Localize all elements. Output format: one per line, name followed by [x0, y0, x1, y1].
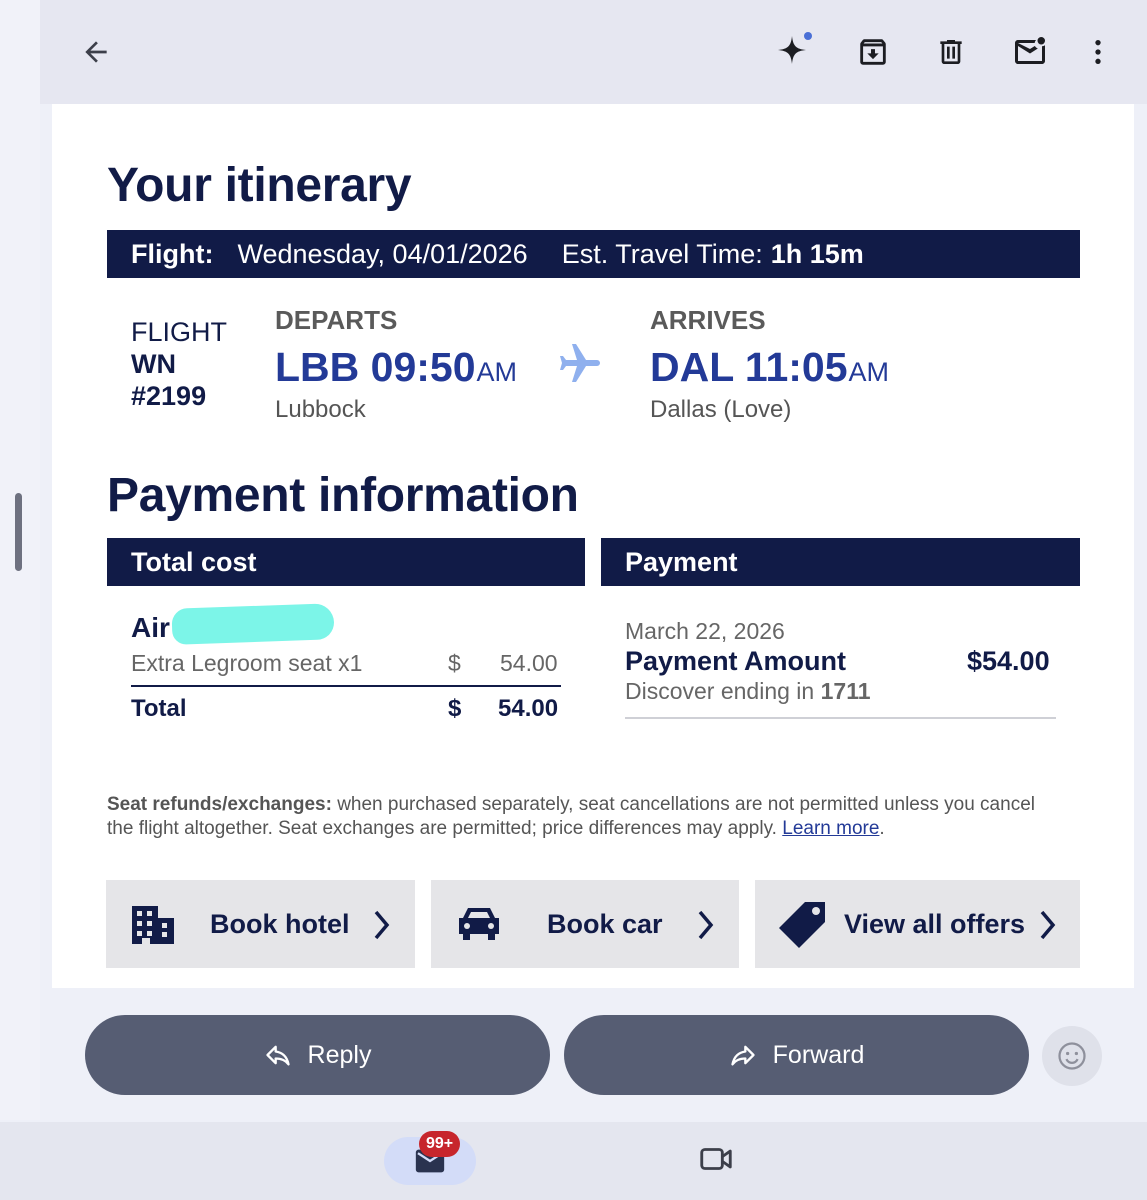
bottom-navigation [0, 1122, 1147, 1200]
payment-amount: $54.00 [967, 646, 1050, 676]
sparkle-icon[interactable] [770, 28, 818, 76]
reply-label: Reply [307, 1040, 372, 1069]
flight-number: #2199 [131, 381, 207, 411]
note-bold: Seat refunds/exchanges: [107, 794, 332, 815]
itinerary-heading: Your itinerary [107, 159, 412, 212]
payment-header: Payment [601, 538, 1080, 586]
travel-time-label: Est. Travel Time: [561, 238, 763, 269]
reply-icon [265, 1045, 290, 1066]
payment-divider [625, 717, 1056, 719]
chevron-right-icon [698, 910, 714, 940]
forward-button[interactable]: Forward [564, 1015, 1029, 1095]
hotel-icon [132, 906, 174, 944]
airline-code: WN [131, 349, 176, 379]
payment-heading: Payment information [107, 469, 579, 522]
top-app-bar [40, 0, 1147, 104]
learn-more-link[interactable]: Learn more [782, 818, 879, 839]
forward-label: Forward [772, 1040, 865, 1069]
chevron-right-icon [374, 910, 390, 940]
mail-badge: 99+ [419, 1131, 461, 1157]
flight-number-block: FLIGHT WN #2199 [131, 316, 227, 412]
flight-label: Flight: [131, 238, 214, 269]
seat-refund-note: Seat refunds/exchanges: when purchased s… [107, 793, 1047, 841]
item-description: Extra Legroom seat x1 [131, 650, 363, 676]
card-text: Discover ending in [625, 678, 815, 704]
video-call-icon[interactable] [697, 1140, 735, 1183]
item-amount: 54.00 [500, 650, 558, 676]
total-amount: 54.00 [498, 695, 559, 722]
arrives-time: DAL 11:05AM [650, 344, 889, 391]
departs-code-time: LBB 09:50 [275, 344, 476, 390]
departs-label: DEPARTS [275, 305, 398, 335]
total-divider [131, 685, 561, 687]
arrives-ampm: AM [848, 357, 890, 387]
flight-word: FLIGHT [131, 317, 228, 347]
arrives-code-time: DAL 11:05 [650, 344, 848, 390]
travel-time: 1h 15m [770, 238, 864, 269]
departs-time: LBB 09:50AM [275, 344, 517, 391]
payment-amount-label: Payment Amount [625, 646, 847, 676]
payment-date: March 22, 2026 [625, 618, 785, 644]
item-currency: $ [448, 650, 461, 676]
departs-ampm: AM [476, 357, 518, 387]
emoji-reaction-button[interactable] [1042, 1026, 1102, 1086]
book-car-label: Book car [547, 909, 663, 939]
chevron-right-icon [1040, 910, 1056, 940]
view-offers-button[interactable]: View all offers [755, 880, 1080, 968]
total-label: Total [131, 695, 187, 722]
total-cost-header: Total cost [107, 538, 585, 586]
note-end: . [879, 818, 885, 839]
mark-unread-icon[interactable] [1006, 28, 1054, 76]
flight-summary-bar: Flight: Wednesday, 04/01/2026 Est. Trave… [107, 230, 1080, 278]
forward-icon [730, 1045, 755, 1066]
trash-icon[interactable] [927, 28, 975, 76]
scrollbar-thumb[interactable] [15, 493, 22, 571]
more-vert-icon[interactable] [1074, 28, 1122, 76]
tag-icon [779, 902, 825, 948]
reply-button[interactable]: Reply [85, 1015, 550, 1095]
card-last4: 1711 [820, 678, 871, 704]
flight-date: Wednesday, 04/01/2026 [237, 238, 528, 269]
total-currency: $ [448, 695, 462, 722]
car-icon [459, 908, 499, 940]
arrives-city: Dallas (Love) [650, 396, 792, 423]
arrives-label: ARRIVES [650, 305, 766, 335]
airplane-icon [556, 340, 604, 393]
departs-city: Lubbock [275, 396, 366, 423]
book-hotel-button[interactable]: Book hotel [106, 880, 415, 968]
arrow-left-icon[interactable] [72, 28, 120, 76]
view-offers-label: View all offers [844, 909, 1026, 939]
archive-icon[interactable] [849, 28, 897, 76]
redaction-mark [171, 603, 335, 645]
card-info: Discover ending in 1711 [625, 678, 871, 705]
book-car-button[interactable]: Book car [431, 880, 739, 968]
book-hotel-label: Book hotel [210, 909, 350, 939]
smiley-icon [1058, 1042, 1086, 1070]
